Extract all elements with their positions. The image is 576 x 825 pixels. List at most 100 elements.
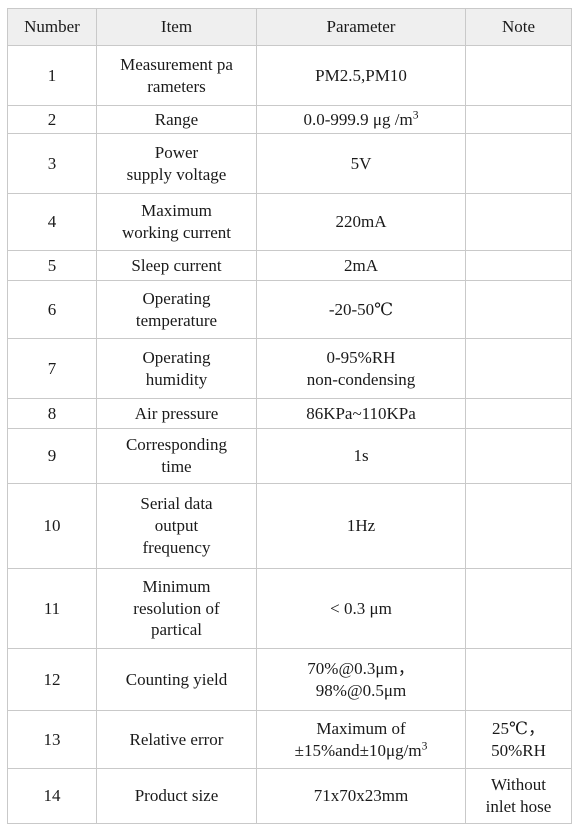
cell-line: resolution of bbox=[133, 598, 220, 618]
cell-line: 98%@0.5μm bbox=[315, 680, 407, 700]
cell-item: Minimum resolution of partical bbox=[96, 568, 257, 649]
cell-line: Power bbox=[154, 142, 199, 162]
cell-note bbox=[465, 133, 572, 194]
cell-line: ±15%and±10μg/m3 bbox=[294, 738, 428, 760]
table-row: 4 Maximum working current 220mA bbox=[7, 193, 572, 251]
cell-item: Measurement pa rameters bbox=[96, 45, 257, 106]
table-row: 8 Air pressure 86KPa~110KPa bbox=[7, 398, 572, 429]
cell-line: Minimum bbox=[142, 576, 211, 596]
cell-note bbox=[465, 568, 572, 649]
table-row: 14 Product size 71x70x23mm Without inlet hos… bbox=[7, 768, 572, 824]
table-row: 5 Sleep current 2mA bbox=[7, 250, 572, 281]
table-row: 11 Minimum resolution of partical < 0.3 μm bbox=[7, 568, 572, 649]
table-row: 12 Counting yield 70%@0.3μm， 98%@0.5μm bbox=[7, 648, 572, 711]
cell-line: partical bbox=[151, 620, 202, 640]
table-row: 3 Power supply voltage 5V bbox=[7, 133, 572, 194]
cell-note bbox=[465, 483, 572, 569]
cell-line: 70%@0.3μm， bbox=[307, 658, 415, 678]
cell-parameter: PM2.5,PM10 bbox=[256, 45, 466, 106]
cell-item: Sleep current bbox=[96, 250, 257, 281]
cell-item: Relative error bbox=[96, 710, 257, 769]
cell-line: 25℃， bbox=[491, 718, 546, 738]
cell-line: 220mA bbox=[335, 212, 387, 232]
spec-table-wrapper: Number Item Parameter Note 1 Measurement … bbox=[7, 8, 572, 824]
cell-number: 5 bbox=[7, 250, 97, 281]
table-row: 1 Measurement pa rameters PM2.5,PM10 bbox=[7, 45, 572, 106]
cell-number: 11 bbox=[7, 568, 97, 649]
cell-line: PM2.5,PM10 bbox=[315, 65, 407, 85]
cell-line: 50%RH bbox=[491, 740, 546, 760]
cell-line: 2 bbox=[47, 109, 57, 129]
cell-line: 1 bbox=[47, 65, 57, 85]
column-header-item: Item bbox=[96, 8, 257, 46]
cell-line: 71x70x23mm bbox=[313, 786, 409, 806]
cell-line: Counting yield bbox=[125, 669, 228, 689]
cell-line: 0-95%RH bbox=[326, 347, 396, 367]
cell-line: 8 bbox=[47, 403, 57, 423]
cell-note bbox=[465, 648, 572, 711]
cell-number: 9 bbox=[7, 428, 97, 484]
cell-note bbox=[465, 398, 572, 429]
cell-parameter: Maximum of ±15%and±10μg/m3 bbox=[256, 710, 466, 769]
cell-line: output bbox=[154, 516, 199, 536]
cell-line: supply voltage bbox=[126, 164, 227, 184]
cell-line: Sleep current bbox=[131, 255, 222, 275]
cell-line: 86KPa~110KPa bbox=[306, 403, 416, 423]
cell-line: < 0.3 μm bbox=[330, 598, 392, 618]
cell-note bbox=[465, 280, 572, 339]
cell-line: Corresponding bbox=[125, 435, 228, 455]
cell-number: 4 bbox=[7, 193, 97, 251]
cell-line: 5V bbox=[350, 153, 372, 173]
cell-line: 6 bbox=[47, 299, 57, 319]
cell-line: 13 bbox=[43, 729, 61, 749]
cell-line: Product size bbox=[134, 786, 219, 806]
cell-number: 1 bbox=[7, 45, 97, 106]
cell-line: 9 bbox=[47, 446, 57, 466]
cell-line: rameters bbox=[147, 76, 206, 96]
specification-table: Number Item Parameter Note 1 Measurement … bbox=[7, 8, 572, 824]
cell-item: Air pressure bbox=[96, 398, 257, 429]
cell-line: time bbox=[161, 457, 192, 476]
cell-line: Without bbox=[490, 775, 547, 795]
cell-parameter: 0-95%RH non-condensing bbox=[256, 338, 466, 399]
cell-number: 2 bbox=[7, 105, 97, 134]
cell-note bbox=[465, 45, 572, 106]
cell-note: Without inlet hose bbox=[465, 768, 572, 824]
cell-number: 14 bbox=[7, 768, 97, 824]
cell-item: Product size bbox=[96, 768, 257, 824]
cell-line: Maximum bbox=[141, 201, 212, 221]
cell-line: non-condensing bbox=[306, 369, 416, 389]
table-row: 10 Serial data output frequency 1Hz bbox=[7, 483, 572, 569]
cell-line: Maximum of bbox=[316, 718, 406, 738]
cell-line: Operating bbox=[142, 347, 211, 367]
cell-line: working current bbox=[121, 223, 232, 242]
cell-line: Air pressure bbox=[134, 403, 219, 423]
cell-line: 14 bbox=[43, 786, 61, 806]
cell-parameter: 1Hz bbox=[256, 483, 466, 569]
cell-parameter: 220mA bbox=[256, 193, 466, 251]
cell-item: Counting yield bbox=[96, 648, 257, 711]
table-row: 7 Operating humidity 0-95%RH non-condensing bbox=[7, 338, 572, 399]
cell-number: 12 bbox=[7, 648, 97, 711]
cell-note: 25℃， 50%RH bbox=[465, 710, 572, 769]
cell-line: 3 bbox=[47, 153, 57, 173]
cell-item: Range bbox=[96, 105, 257, 134]
cell-number: 8 bbox=[7, 398, 97, 429]
cell-number: 7 bbox=[7, 338, 97, 399]
cell-line: 10 bbox=[43, 516, 61, 536]
cell-note bbox=[465, 193, 572, 251]
cell-parameter: 70%@0.3μm， 98%@0.5μm bbox=[256, 648, 466, 711]
cell-line: 1Hz bbox=[346, 516, 376, 536]
table-header: Number Item Parameter Note bbox=[7, 8, 572, 46]
cell-parameter: 0.0-999.9 μg /m3 bbox=[256, 105, 466, 134]
cell-note bbox=[465, 250, 572, 281]
cell-line: 5 bbox=[47, 255, 57, 275]
cell-number: 6 bbox=[7, 280, 97, 339]
cell-line: temperature bbox=[135, 310, 218, 330]
cell-line: Range bbox=[154, 109, 199, 129]
table-row: 6 Operating temperature -20-50℃ bbox=[7, 280, 572, 339]
table-row: 9 Corresponding time 1s bbox=[7, 428, 572, 484]
column-header-parameter: Parameter bbox=[256, 8, 466, 46]
cell-parameter: < 0.3 μm bbox=[256, 568, 466, 649]
cell-line: inlet hose bbox=[485, 797, 552, 816]
